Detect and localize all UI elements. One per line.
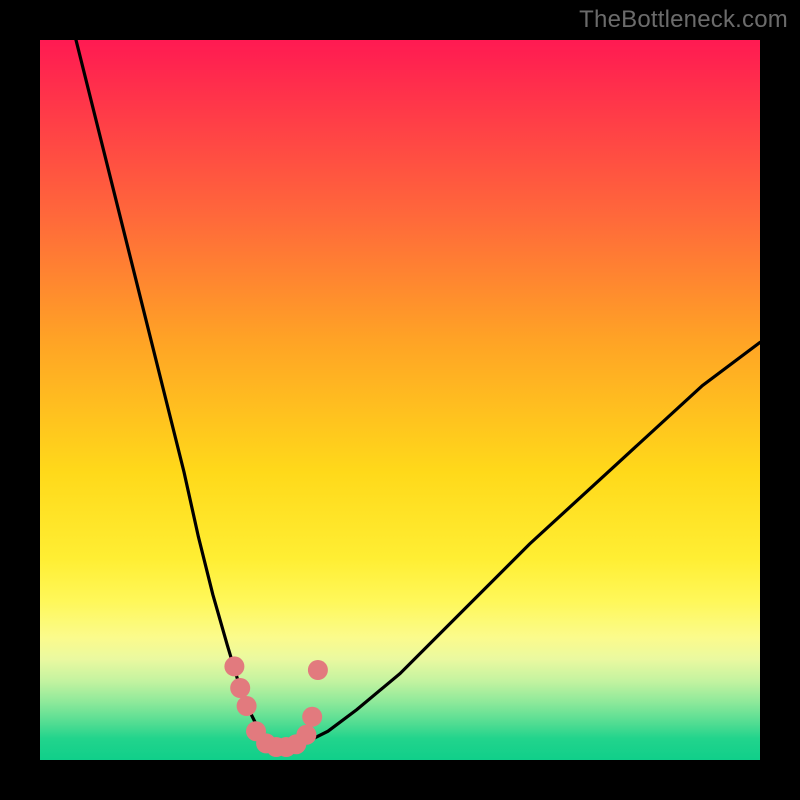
watermark-text: TheBottleneck.com	[579, 6, 788, 34]
chart-frame: TheBottleneck.com	[0, 0, 800, 800]
plot-area	[40, 40, 760, 760]
